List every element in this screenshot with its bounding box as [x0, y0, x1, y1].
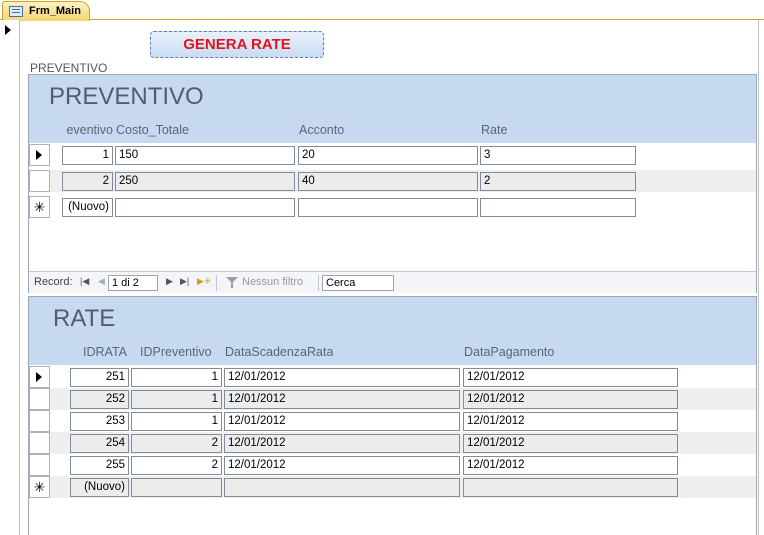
datapagamento-field[interactable]: 12/01/2012 [463, 456, 678, 475]
form-border [758, 20, 759, 535]
form-icon [9, 6, 23, 17]
next-record-icon[interactable]: ▶ [166, 276, 173, 287]
idrata-field[interactable]: 254 [70, 434, 129, 453]
costo-totale-field[interactable]: 250 [115, 172, 295, 191]
rate-field[interactable]: 3 [480, 146, 636, 165]
acconto-field[interactable]: 20 [298, 146, 478, 165]
subform-label: PREVENTIVO [30, 61, 108, 75]
idpreventivo-field[interactable]: 1 [131, 390, 222, 409]
datascadenzarata-field[interactable]: 12/01/2012 [224, 434, 460, 453]
column-header-costo-totale: Costo_Totale [116, 123, 189, 137]
first-record-icon[interactable]: |◀ [80, 276, 89, 287]
rate-field[interactable]: 2 [480, 172, 636, 191]
datapagamento-field[interactable]: 12/01/2012 [463, 390, 678, 409]
nav-separator [216, 275, 217, 291]
id-field[interactable]: 2 [62, 172, 113, 191]
datascadenzarata-field[interactable]: 12/01/2012 [224, 456, 460, 475]
costo-totale-field-new[interactable] [115, 198, 295, 217]
document-tab-strip [0, 0, 764, 20]
datascadenzarata-field-new[interactable] [224, 478, 460, 497]
datapagamento-field[interactable]: 12/01/2012 [463, 434, 678, 453]
record-navigation-bar: Record: |◀ ◀ 1 di 2 ▶ ▶| ▶✳ Nessun filtr… [29, 271, 756, 293]
column-header-acconto: Acconto [299, 123, 345, 137]
record-selector[interactable] [29, 366, 50, 388]
new-record-field[interactable]: (Nuovo) [70, 478, 129, 497]
last-record-icon[interactable]: ▶| [180, 276, 189, 287]
acconto-field-new[interactable] [298, 198, 478, 217]
current-record-pointer-icon [5, 25, 11, 35]
column-header-datascadenzarata: DataScadenzaRata [225, 345, 334, 359]
rate-field-new[interactable] [480, 198, 636, 217]
previous-record-icon[interactable]: ◀ [98, 276, 105, 287]
rate-header: RATE IDRATA IDPreventivo DataScadenzaRat… [29, 297, 756, 365]
record-selector[interactable] [29, 170, 50, 192]
record-selector[interactable] [29, 388, 50, 410]
datapagamento-field-new[interactable] [463, 478, 678, 497]
preventivo-title: PREVENTIVO [49, 83, 204, 110]
column-header-id: eventivo [66, 123, 113, 137]
record-selector[interactable] [29, 410, 50, 432]
record-selector[interactable] [29, 432, 50, 454]
rate-title: RATE [53, 305, 116, 332]
tab-frm-main[interactable]: Frm_Main [2, 1, 90, 21]
record-selector[interactable] [29, 144, 50, 166]
preventivo-header: PREVENTIVO eventivo Costo_Totale Acconto… [29, 75, 756, 143]
column-header-idrata: IDRATA [83, 345, 127, 359]
asterisk-icon: ✳ [33, 199, 46, 215]
column-header-idpreventivo: IDPreventivo [140, 345, 212, 359]
datascadenzarata-field[interactable]: 12/01/2012 [224, 412, 460, 431]
genera-rate-button[interactable]: GENERA RATE [150, 31, 324, 58]
asterisk-icon: ✳ [33, 479, 46, 495]
idpreventivo-field[interactable]: 1 [131, 368, 222, 387]
new-record-selector[interactable]: ✳ [29, 476, 50, 498]
filter-icon [226, 277, 238, 288]
search-input[interactable]: Cerca [322, 275, 394, 291]
rate-subform: RATE IDRATA IDPreventivo DataScadenzaRat… [28, 296, 757, 535]
datascadenzarata-field[interactable]: 12/01/2012 [224, 368, 460, 387]
record-position-input[interactable]: 1 di 2 [108, 275, 158, 291]
new-record-field[interactable]: (Nuovo) [62, 198, 113, 217]
column-header-rate: Rate [481, 123, 508, 137]
idpreventivo-field-new[interactable] [131, 478, 222, 497]
idrata-field[interactable]: 253 [70, 412, 129, 431]
filter-status[interactable]: Nessun filtro [242, 276, 303, 288]
costo-totale-field[interactable]: 150 [115, 146, 295, 165]
tab-label: Frm_Main [29, 5, 81, 17]
preventivo-subform: PREVENTIVO eventivo Costo_Totale Acconto… [28, 74, 757, 293]
id-field[interactable]: 1 [62, 146, 113, 165]
idpreventivo-field[interactable]: 2 [131, 456, 222, 475]
form-record-selector[interactable] [0, 20, 20, 535]
idrata-field[interactable]: 255 [70, 456, 129, 475]
idpreventivo-field[interactable]: 2 [131, 434, 222, 453]
new-record-selector[interactable]: ✳ [29, 196, 50, 218]
acconto-field[interactable]: 40 [298, 172, 478, 191]
nav-separator [318, 275, 319, 291]
column-header-datapagamento: DataPagamento [464, 345, 555, 359]
datapagamento-field[interactable]: 12/01/2012 [463, 368, 678, 387]
new-record-icon[interactable]: ▶✳ [197, 276, 211, 287]
record-label: Record: [34, 276, 73, 288]
idpreventivo-field[interactable]: 1 [131, 412, 222, 431]
idrata-field[interactable]: 251 [70, 368, 129, 387]
record-selector[interactable] [29, 454, 50, 476]
datapagamento-field[interactable]: 12/01/2012 [463, 412, 678, 431]
datascadenzarata-field[interactable]: 12/01/2012 [224, 390, 460, 409]
idrata-field[interactable]: 252 [70, 390, 129, 409]
